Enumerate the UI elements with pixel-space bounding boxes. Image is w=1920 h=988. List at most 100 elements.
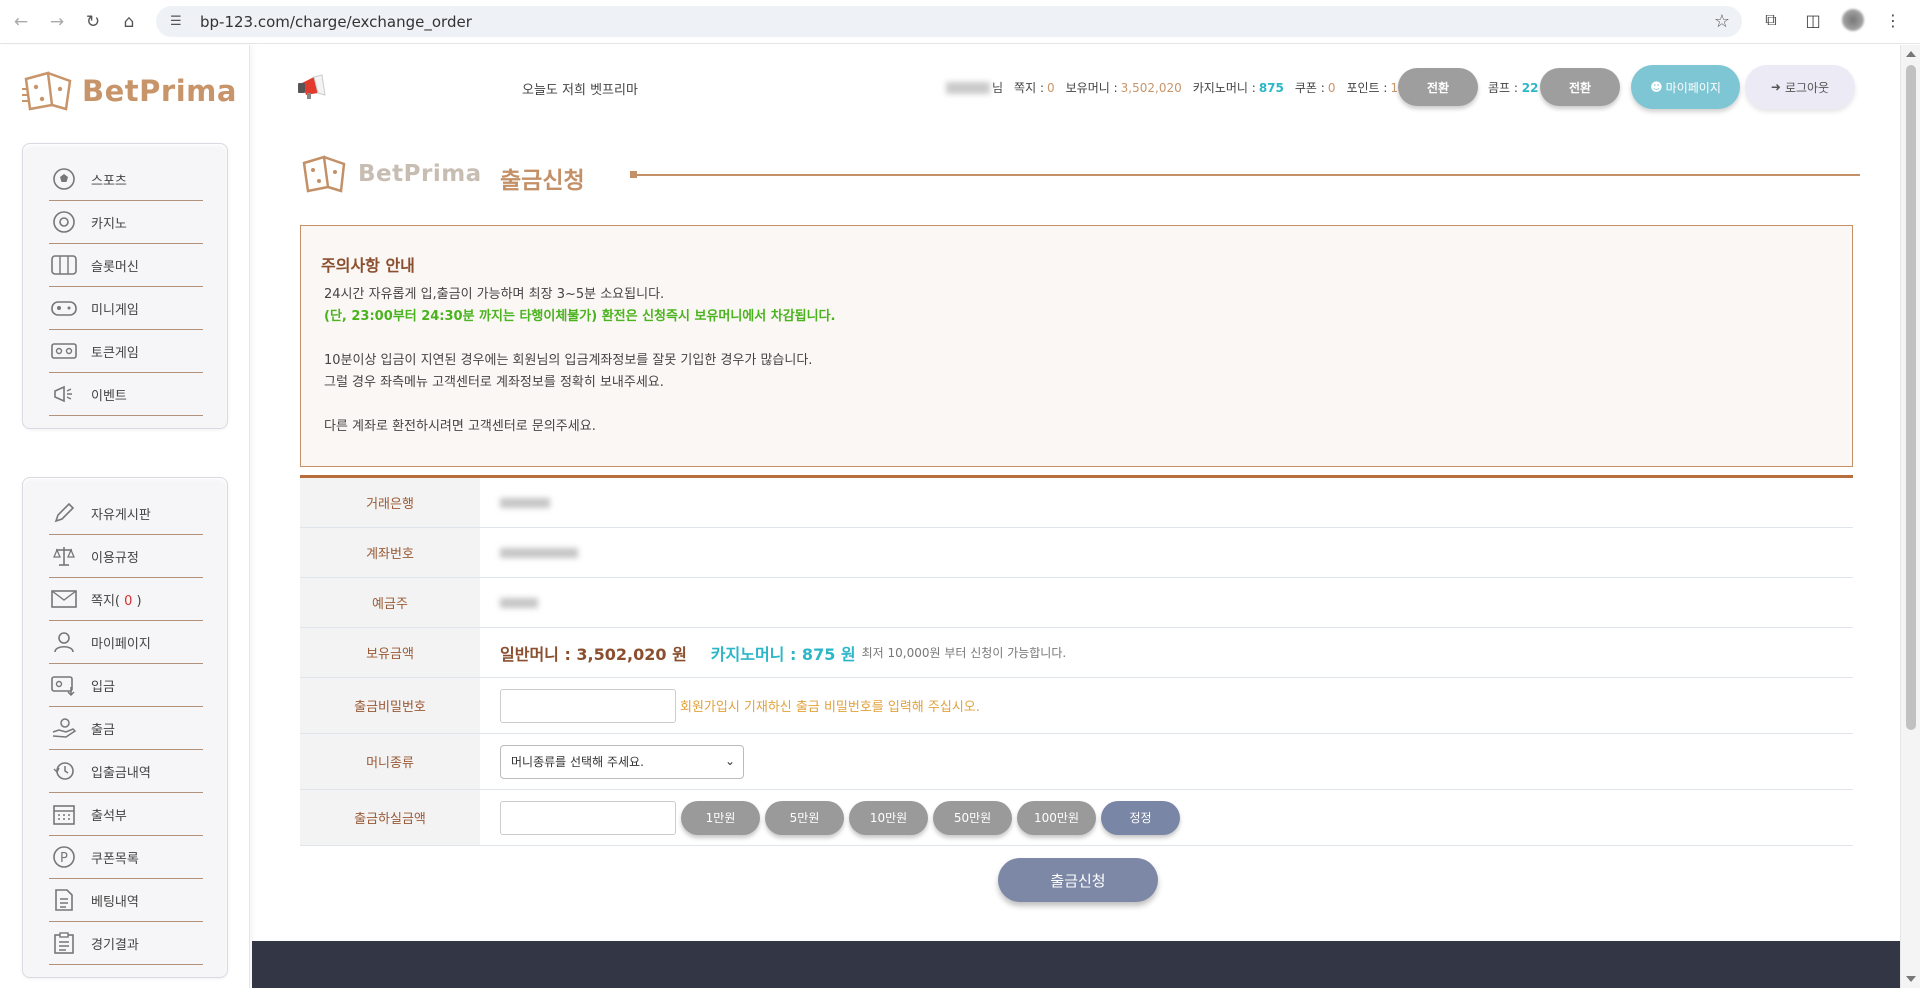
sidebar-item-history[interactable]: 입출금내역 xyxy=(49,750,203,793)
token-game-icon xyxy=(49,336,79,366)
sidebar-item-token-game[interactable]: 토큰게임 xyxy=(49,330,203,373)
sidebar-item-label: 스포츠 xyxy=(91,173,127,189)
coupon-label: 쿠폰 : xyxy=(1294,81,1325,95)
sidebar-item-bet-history[interactable]: 베팅내역 xyxy=(49,879,203,922)
sidebar-item-label: 출석부 xyxy=(91,808,127,824)
amount-1m-button[interactable]: 100만원 xyxy=(1017,800,1096,835)
sidebar-item-label: 카지노 xyxy=(91,216,127,232)
sidebar-item-board[interactable]: 자유게시판 xyxy=(49,492,203,535)
message-label: 쪽지 : xyxy=(1014,81,1044,95)
logo[interactable]: BetPrima xyxy=(22,69,237,113)
sidebar-item-deposit[interactable]: 입금 xyxy=(49,664,203,707)
svg-text:P: P xyxy=(60,851,68,866)
bank-value-blurred xyxy=(500,497,550,508)
sidebar-item-label: 토큰게임 xyxy=(91,345,139,361)
envelope-icon xyxy=(49,584,79,614)
main-content: 오늘도 저희 벳프리마 님 쪽지 : 0 보유머니 : 3,502,020 카지… xyxy=(252,45,1900,988)
normal-money-value: 일반머니 : 3,502,020 원 xyxy=(500,644,687,664)
sidebar-item-label: 자유게시판 xyxy=(91,507,151,523)
sidebar-item-minigame[interactable]: 미니게임 xyxy=(49,287,203,330)
bookmark-star-icon[interactable]: ☆ xyxy=(1714,11,1730,32)
amount-label: 출금하실금액 xyxy=(300,790,480,845)
account-label: 계좌번호 xyxy=(300,528,480,577)
amount-500k-button[interactable]: 50만원 xyxy=(933,800,1012,835)
menu-kebab-icon[interactable]: ⋮ xyxy=(1880,7,1906,33)
coupon-p-icon: P xyxy=(49,842,79,872)
sidebar-item-withdraw[interactable]: 출금 xyxy=(49,707,203,750)
scroll-thumb[interactable] xyxy=(1906,65,1916,730)
amount-100k-button[interactable]: 10만원 xyxy=(849,800,928,835)
logout-icon: ➜ xyxy=(1770,80,1781,94)
sidebar-item-label: 이용규정 xyxy=(91,550,139,566)
user-suffix: 님 xyxy=(992,81,1004,95)
bank-label: 거래은행 xyxy=(300,478,480,527)
sidebar-item-label: 마이페이지 xyxy=(91,636,151,652)
sidebar-item-mypage[interactable]: 마이페이지 xyxy=(49,621,203,664)
comp-convert-button[interactable]: 전환 xyxy=(1540,68,1620,106)
sidebar-item-results[interactable]: 경기결과 xyxy=(49,922,203,965)
withdraw-form: 거래은행 계좌번호 예금주 보유금액 일반머니 : 3,502,020 원 카지… xyxy=(300,475,1853,846)
sidebar-item-label: 출금 xyxy=(91,722,115,738)
heading-divider xyxy=(632,174,1860,176)
point-convert-button[interactable]: 전환 xyxy=(1398,68,1478,106)
sidebar-item-label: 슬롯머신 xyxy=(91,259,139,275)
point-label: 포인트 : xyxy=(1346,81,1388,95)
sidebar-item-label: 입출금내역 xyxy=(91,765,151,781)
sidebar-item-coupon[interactable]: P 쿠폰목록 xyxy=(49,836,203,879)
money-type-label: 머니종류 xyxy=(300,734,480,789)
heading-brand: BetPrima xyxy=(358,161,482,187)
profile-avatar[interactable] xyxy=(1842,9,1864,31)
sidebar-item-event[interactable]: 이벤트 xyxy=(49,373,203,416)
document-icon xyxy=(49,885,79,915)
dice-logo-icon xyxy=(302,155,346,193)
withdraw-amount-input[interactable] xyxy=(500,800,676,835)
notice-line: 그럴 경우 좌측메뉴 고객센터로 계좌정보를 정확히 보내주세요. xyxy=(324,375,664,390)
amount-50k-button[interactable]: 5만원 xyxy=(765,800,844,835)
clipboard-icon xyxy=(49,928,79,958)
sidebar-item-attendance[interactable]: 출석부 xyxy=(49,793,203,836)
balance-label: 보유금액 xyxy=(300,628,480,677)
pencil-icon xyxy=(49,498,79,528)
forward-arrow-icon[interactable]: → xyxy=(42,7,72,37)
page-heading: BetPrima 출금신청 xyxy=(300,153,1860,197)
sidebar-item-slot[interactable]: 슬롯머신 xyxy=(49,244,203,287)
gamepad-icon xyxy=(49,293,79,323)
megaphone-icon xyxy=(298,74,326,99)
holder-value-blurred xyxy=(500,597,538,608)
coupon-value: 0 xyxy=(1327,80,1336,95)
holder-row: 예금주 xyxy=(300,578,1853,628)
side-panel-icon[interactable]: ◫ xyxy=(1800,7,1826,33)
megaphone-icon xyxy=(49,379,79,409)
messages-suffix: ) xyxy=(132,593,142,609)
amount-10k-button[interactable]: 1만원 xyxy=(681,800,760,835)
sidebar-item-rules[interactable]: 이용규정 xyxy=(49,535,203,578)
site-settings-icon[interactable]: ☰ xyxy=(170,14,188,29)
extensions-icon[interactable]: ⧉ xyxy=(1758,7,1784,33)
withdraw-submit-button[interactable]: 출금신청 xyxy=(998,858,1158,902)
money-value: 3,502,020 xyxy=(1120,80,1182,95)
mypage-button[interactable]: ☻ 마이페이지 xyxy=(1631,65,1740,109)
message-count-value[interactable]: 0 xyxy=(1047,81,1055,95)
page-scrollbar[interactable] xyxy=(1900,45,1920,988)
amount-reset-button[interactable]: 정정 xyxy=(1101,800,1180,835)
home-icon[interactable]: ⌂ xyxy=(114,7,144,37)
sidebar-item-sports[interactable]: 스포츠 xyxy=(49,158,203,201)
password-label: 출금비밀번호 xyxy=(300,678,480,733)
casino-money-value: 카지노머니 : 875 원 xyxy=(710,644,856,664)
address-bar[interactable]: ☰ bp-123.com/charge/exchange_order ☆ xyxy=(156,6,1742,37)
scroll-up-arrow[interactable] xyxy=(1906,51,1916,57)
back-arrow-icon[interactable]: ← xyxy=(6,7,36,37)
money-type-select[interactable]: 머니종류를 선택해 주세요. ⌄ xyxy=(500,744,744,779)
logout-button[interactable]: ➜ 로그아웃 xyxy=(1745,65,1855,109)
withdraw-password-input[interactable] xyxy=(500,688,676,723)
amount-row: 출금하실금액 1만원 5만원 10만원 50만원 100만원 정정 xyxy=(300,790,1853,846)
mypage-label: 마이페이지 xyxy=(1665,80,1721,95)
username-blurred xyxy=(946,81,990,94)
sidebar-item-casino[interactable]: 카지노 xyxy=(49,201,203,244)
sidebar-item-messages[interactable]: 쪽지( 0 ) xyxy=(49,578,203,621)
reload-icon[interactable]: ↻ xyxy=(78,7,108,37)
scroll-down-arrow[interactable] xyxy=(1906,976,1916,982)
messages-label: 쪽지( xyxy=(91,593,125,609)
notice-box: 주의사항 안내 24시간 자유롭게 입,출금이 가능하며 최장 3~5분 소요됩… xyxy=(300,225,1853,467)
sidebar-item-label: 입금 xyxy=(91,679,115,695)
